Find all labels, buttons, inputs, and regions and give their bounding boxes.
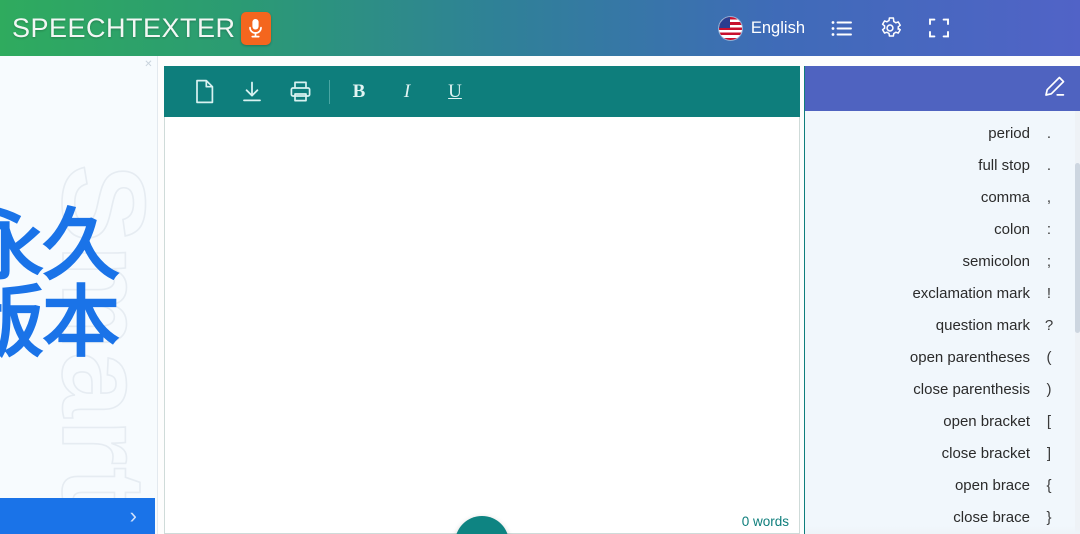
command-row[interactable]: comma, <box>805 181 1080 213</box>
command-label: exclamation mark <box>912 284 1030 302</box>
command-symbol: . <box>1046 124 1052 142</box>
toolbar-divider <box>329 79 330 104</box>
ad-close-icon[interactable]: ✕ <box>143 59 154 70</box>
editor-page: 0 words <box>164 117 800 534</box>
us-flag-icon <box>718 16 742 40</box>
command-row[interactable]: semicolon; <box>805 245 1080 277</box>
underline-button[interactable]: U <box>431 66 479 117</box>
brand-logo[interactable]: SPEECHTEXTER <box>0 11 271 45</box>
italic-label: I <box>403 80 411 102</box>
commands-scrollbar-thumb[interactable] <box>1075 163 1080 333</box>
command-row[interactable]: open bracket [ <box>805 405 1080 437</box>
voice-commands-panel: period. full stop. comma, colon: semicolon; e… <box>804 66 1080 534</box>
chevron-right-icon: › <box>129 503 137 528</box>
command-label: close parenthesis <box>913 380 1030 398</box>
new-document-icon[interactable] <box>180 66 228 117</box>
command-row[interactable]: question mark? <box>805 309 1080 341</box>
command-label: period <box>988 124 1030 142</box>
header-controls: English <box>718 16 1080 40</box>
command-symbol: ? <box>1044 316 1054 334</box>
panel-bottom-fade <box>805 526 1080 534</box>
command-label: close brace <box>953 508 1030 526</box>
command-label: semicolon <box>962 252 1030 270</box>
ad-cta-button[interactable]: › <box>0 498 155 534</box>
command-symbol: ( <box>1046 348 1052 366</box>
promo-ad-panel[interactable]: Smart 永久 版本 ✕ › <box>0 56 158 534</box>
command-label: open bracket <box>943 412 1030 430</box>
commands-scrollbar-track[interactable] <box>1075 111 1080 534</box>
command-label: full stop <box>978 156 1030 174</box>
ad-headline-line2: 版本 <box>0 277 120 366</box>
command-label: colon <box>994 220 1030 238</box>
command-row[interactable]: close bracket] <box>805 437 1080 469</box>
ad-headline-line1: 永久 <box>0 201 120 289</box>
command-symbol: : <box>1046 220 1052 238</box>
command-symbol: ! <box>1046 284 1052 302</box>
command-symbol: ) <box>1046 380 1052 398</box>
command-row[interactable]: period. <box>805 117 1080 149</box>
download-icon[interactable] <box>228 66 276 117</box>
pencil-icon[interactable] <box>1043 75 1066 103</box>
command-row[interactable]: full stop. <box>805 149 1080 181</box>
command-label: close bracket <box>941 444 1030 462</box>
command-row[interactable]: colon: <box>805 213 1080 245</box>
bold-label: B <box>352 80 366 102</box>
brand-name: SPEECHTEXTER <box>12 12 236 43</box>
list-icon[interactable] <box>831 19 852 38</box>
command-row[interactable]: exclamation mark! <box>805 277 1080 309</box>
word-count-label: 0 words <box>741 514 789 529</box>
editor-toolbar: B I U <box>164 66 800 117</box>
underline-label: U <box>448 80 462 102</box>
editor-container: B I U 0 words <box>164 66 800 534</box>
ad-headline: 永久 版本 <box>0 206 120 366</box>
command-label: question mark <box>935 316 1030 334</box>
command-label: open parentheses <box>909 348 1030 366</box>
command-symbol: ] <box>1046 444 1052 462</box>
command-symbol: } <box>1046 508 1052 526</box>
command-symbol: ; <box>1046 252 1052 270</box>
bold-button[interactable]: B <box>335 66 383 117</box>
command-label: open brace <box>954 476 1030 494</box>
command-row[interactable]: open parentheses ( <box>805 341 1080 373</box>
command-symbol: { <box>1046 476 1052 494</box>
command-row[interactable]: close parenthesis) <box>805 373 1080 405</box>
command-symbol: , <box>1046 188 1052 206</box>
language-label: English <box>750 18 805 37</box>
commands-panel-header <box>805 66 1080 111</box>
language-selector[interactable]: English <box>718 16 805 40</box>
print-icon[interactable] <box>276 66 324 117</box>
command-row[interactable]: open brace { <box>805 469 1080 501</box>
top-header-bar: SPEECHTEXTER English <box>0 0 1080 56</box>
command-symbol: . <box>1046 156 1052 174</box>
gear-icon[interactable] <box>878 16 902 40</box>
italic-button[interactable]: I <box>383 66 431 117</box>
fullscreen-icon[interactable] <box>928 17 950 39</box>
app-root: SPEECHTEXTER English Smart 久 本 ✕ › B I U… <box>0 0 1080 534</box>
command-symbol: [ <box>1046 412 1052 430</box>
commands-list: period. full stop. comma, colon: semicolon; e… <box>805 111 1080 533</box>
command-label: comma <box>980 188 1030 206</box>
microphone-icon <box>240 11 271 45</box>
text-editor-input[interactable] <box>165 117 799 507</box>
